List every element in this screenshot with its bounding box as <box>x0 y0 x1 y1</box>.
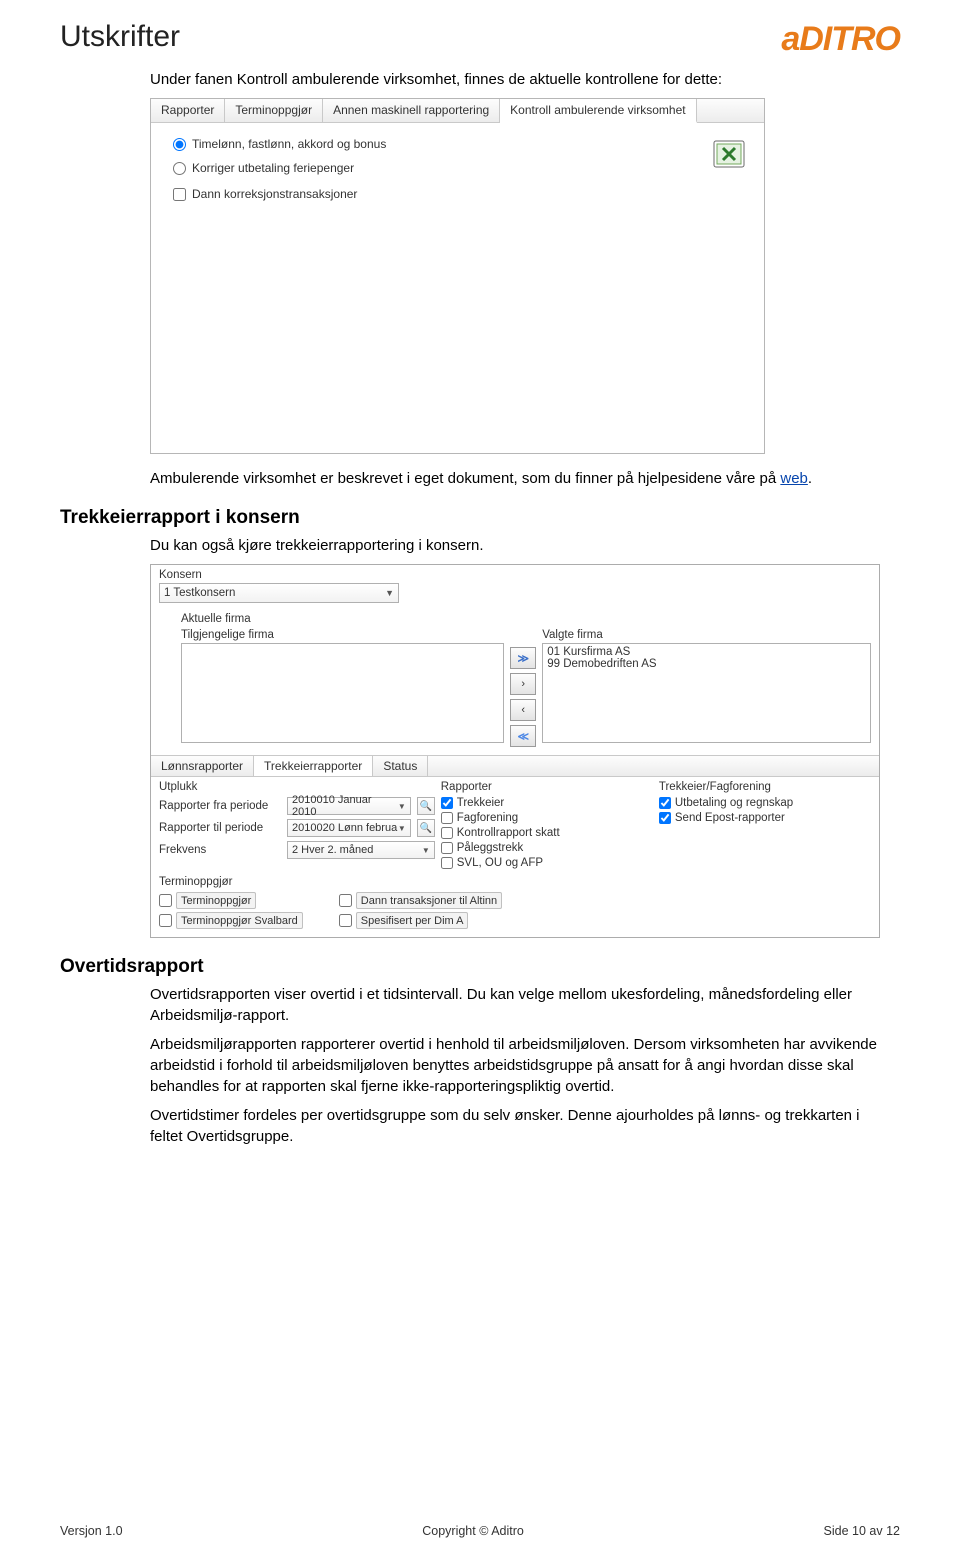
tab-annen-maskinell[interactable]: Annen maskinell rapportering <box>323 99 500 122</box>
rapporter-fra-value: 2010010 Januar 2010 <box>292 794 398 818</box>
chk-terminoppgjor-label: Terminoppgjør <box>176 892 256 909</box>
chevron-down-icon: ▼ <box>398 802 406 811</box>
tabs-row: Rapporter Terminoppgjør Annen maskinell … <box>151 99 764 123</box>
chk-paleggstrekk[interactable] <box>441 842 453 854</box>
search-icon[interactable]: 🔍 <box>417 797 435 815</box>
amb-text-1: Ambulerende virksomhet er beskrevet i eg… <box>150 470 780 487</box>
rapporter-til-value: 2010020 Lønn februa <box>292 822 397 834</box>
chk-paleggstrekk-label: Påleggstrekk <box>457 842 523 854</box>
overtidsrapport-heading: Overtidsrapport <box>60 956 900 978</box>
terminoppgjor-title: Terminoppgjør <box>159 876 871 888</box>
aktuelle-firma-label: Aktuelle firma <box>151 609 879 627</box>
rapporter-fra-dropdown[interactable]: 2010010 Januar 2010▼ <box>287 797 411 815</box>
amb-para: Ambulerende virksomhet er beskrevet i eg… <box>150 468 880 489</box>
move-right-button[interactable]: › <box>510 673 536 695</box>
footer-page: Side 10 av 12 <box>824 1524 900 1538</box>
frekvens-dropdown[interactable]: 2 Hver 2. måned ▼ <box>287 841 435 859</box>
screenshot-kontroll-ambulerende: Rapporter Terminoppgjør Annen maskinell … <box>150 98 765 454</box>
web-link[interactable]: web <box>780 470 808 487</box>
rapporter-title: Rapporter <box>441 781 653 793</box>
trekkeierrapport-heading: Trekkeierrapport i konsern <box>60 507 900 529</box>
amb-text-2: . <box>808 470 812 487</box>
rapporter-til-dropdown[interactable]: 2010020 Lønn februa▼ <box>287 819 411 837</box>
chk-terminoppgjor-svalbard[interactable] <box>159 914 172 927</box>
tab-pane: Timelønn, fastlønn, akkord og bonus Korr… <box>151 123 764 453</box>
footer-copyright: Copyright © Aditro <box>422 1524 524 1538</box>
tilgjengelige-label: Tilgjengelige firma <box>159 629 504 641</box>
chk-kontrollrapport[interactable] <box>441 827 453 839</box>
overtid-p1: Overtidsrapporten viser overtid i et tid… <box>150 984 880 1026</box>
tilgjengelige-listbox[interactable] <box>181 643 504 743</box>
konsern-label: Konsern <box>151 565 879 583</box>
chk-epost-label: Send Epost-rapporter <box>675 812 785 824</box>
list-item[interactable]: 01 Kursfirma AS <box>547 646 866 658</box>
checkbox-dann-korreksjon[interactable] <box>173 188 186 201</box>
konsern-dropdown[interactable]: 1 Testkonsern ▼ <box>159 583 399 603</box>
chevron-down-icon: ▼ <box>385 588 394 598</box>
rapporter-fra-label: Rapporter fra periode <box>159 800 281 812</box>
overtid-p2: Arbeidsmiljørapporten rapporterer overti… <box>150 1034 880 1097</box>
radio-timelonn-label: Timelønn, fastlønn, akkord og bonus <box>192 137 386 151</box>
overtid-p3: Overtidstimer fordeles per overtidsgrupp… <box>150 1105 880 1147</box>
rapporter-til-label: Rapporter til periode <box>159 822 281 834</box>
chk-utbetaling[interactable] <box>659 797 671 809</box>
frekvens-label: Frekvens <box>159 844 281 856</box>
chk-utbetaling-label: Utbetaling og regnskap <box>675 797 793 809</box>
chk-trekkeier-label: Trekkeier <box>457 797 505 809</box>
tf-title: Trekkeier/Fagforening <box>659 781 871 793</box>
footer-version: Versjon 1.0 <box>60 1524 123 1538</box>
frekvens-value: 2 Hver 2. måned <box>292 844 373 856</box>
brand-logo: aDITRO <box>781 20 900 59</box>
chk-spesifisert-label: Spesifisert per Dim A <box>356 912 469 929</box>
tab-rapporter[interactable]: Rapporter <box>151 99 225 122</box>
checkbox-dann-korreksjon-label: Dann korreksjonstransaksjoner <box>192 187 357 201</box>
intro-text: Under fanen Kontroll ambulerende virksom… <box>150 69 880 90</box>
lower-tabs-row: Lønnsrapporter Trekkeierrapporter Status <box>151 755 879 777</box>
chk-terminoppgjor[interactable] <box>159 894 172 907</box>
chk-fagforening[interactable] <box>441 812 453 824</box>
chk-epost[interactable] <box>659 812 671 824</box>
chk-dann-altinn[interactable] <box>339 894 352 907</box>
list-item[interactable]: 99 Demobedriften AS <box>547 658 866 670</box>
konsern-value: 1 Testkonsern <box>164 587 235 599</box>
tab-trekkeierrapporter[interactable]: Trekkeierrapporter <box>254 756 373 776</box>
utplukk-title: Utplukk <box>159 781 435 793</box>
trekkeier-para: Du kan også kjøre trekkeierrapportering … <box>150 535 880 556</box>
move-left-button[interactable]: ‹ <box>510 699 536 721</box>
chk-svl[interactable] <box>441 857 453 869</box>
radio-korriger-label: Korriger utbetaling feriepenger <box>192 161 354 175</box>
radio-korriger[interactable] <box>173 162 186 175</box>
chk-trekkeier[interactable] <box>441 797 453 809</box>
chk-spesifisert[interactable] <box>339 914 352 927</box>
chk-dann-altinn-label: Dann transaksjoner til Altinn <box>356 892 502 909</box>
chevron-down-icon: ▼ <box>422 846 430 855</box>
tab-terminoppgjor[interactable]: Terminoppgjør <box>225 99 323 122</box>
chk-svl-label: SVL, OU og AFP <box>457 857 543 869</box>
chevron-down-icon: ▼ <box>398 824 406 833</box>
chk-terminoppgjor-svalbard-label: Terminoppgjør Svalbard <box>176 912 303 929</box>
page-footer: Versjon 1.0 Copyright © Aditro Side 10 a… <box>60 1524 900 1538</box>
valgte-listbox[interactable]: 01 Kursfirma AS 99 Demobedriften AS <box>542 643 871 743</box>
valgte-label: Valgte firma <box>542 629 871 641</box>
chk-kontrollrapport-label: Kontrollrapport skatt <box>457 827 560 839</box>
tab-lonnsrapporter[interactable]: Lønnsrapporter <box>151 756 254 776</box>
move-all-right-button[interactable]: ≫ <box>510 647 536 669</box>
excel-export-icon[interactable] <box>712 137 746 171</box>
tab-status[interactable]: Status <box>373 756 428 776</box>
tab-kontroll-ambulerende[interactable]: Kontroll ambulerende virksomhet <box>500 99 696 123</box>
radio-timelonn[interactable] <box>173 138 186 151</box>
move-all-left-button[interactable]: ≪ <box>510 725 536 747</box>
search-icon[interactable]: 🔍 <box>417 819 435 837</box>
page-title: Utskrifter <box>60 20 180 54</box>
chk-fagforening-label: Fagforening <box>457 812 518 824</box>
screenshot-konsern: Konsern 1 Testkonsern ▼ Aktuelle firma T… <box>150 564 880 938</box>
